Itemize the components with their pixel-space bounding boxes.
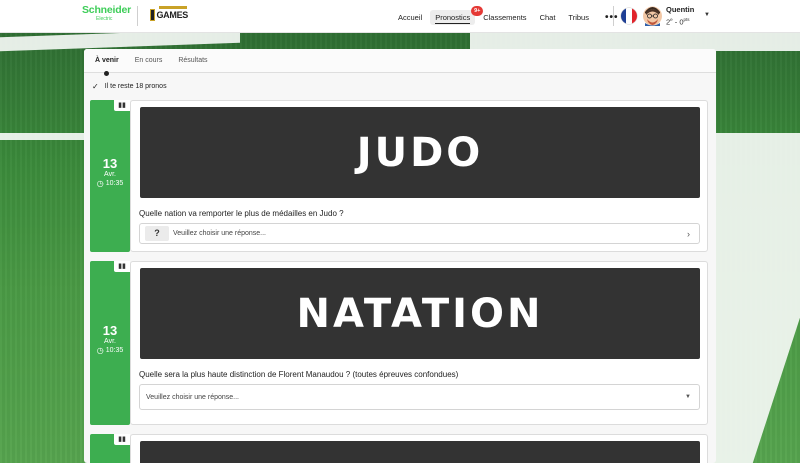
prono-card-natation: ▮▮ 13 Avr. ◷ 10:35 NATATION Quelle sera … (90, 261, 709, 425)
caret-down-icon: ▼ (685, 394, 691, 400)
sport-banner: JUDO (140, 107, 700, 198)
schneider-logo[interactable]: Schneider Electric (82, 5, 131, 27)
event-time: ◷ 10:35 (96, 179, 124, 188)
event-month: Avr. (104, 171, 116, 178)
prono-card-next: ▮▮ (90, 434, 709, 463)
clock-icon: ◷ (96, 346, 104, 355)
date-column: ▮▮ (90, 434, 130, 463)
main-nav: Accueil Pronostics 9+ Classements Chat T… (393, 5, 624, 26)
user-name: Quentin (666, 5, 695, 14)
event-day: 13 (102, 156, 118, 171)
prono-content: NATATION Quelle sera la plus haute disti… (130, 261, 708, 425)
logo-divider (137, 6, 138, 26)
prono-question: Quelle sera la plus haute distinction de… (139, 370, 459, 379)
prono-card-judo: ▮▮ 13 Avr. ◷ 10:35 JUDO Quelle nation va… (90, 100, 709, 252)
nav-classements[interactable]: Classements (478, 10, 531, 25)
event-time: ◷ 10:35 (96, 346, 124, 355)
sport-banner (140, 441, 700, 463)
prono-content (130, 434, 708, 463)
event-day: 13 (102, 323, 118, 338)
tab-bar: À venir En cours Résultats (84, 49, 716, 76)
prono-content: JUDO Quelle nation va remporter le plus … (130, 100, 708, 252)
chevron-right-icon: › (687, 228, 690, 239)
date-column: ▮▮ 13 Avr. ◷ 10:35 (90, 261, 130, 425)
stats-icon[interactable]: ▮▮ (114, 261, 130, 272)
tab-a-venir[interactable]: À venir (95, 49, 119, 76)
answer-dropdown[interactable]: Veuillez choisir une réponse... ▼ (139, 384, 700, 410)
user-menu[interactable]: Quentin 2e - 0pts (666, 5, 694, 28)
tab-en-cours[interactable]: En cours (135, 49, 163, 73)
date-column: ▮▮ 13 Avr. ◷ 10:35 (90, 100, 130, 252)
question-badge: ? (145, 226, 169, 241)
top-header: Schneider Electric GAMES Accueil Pronost… (0, 0, 800, 33)
games-logo[interactable]: GAMES (150, 6, 188, 22)
sport-banner: NATATION (140, 268, 700, 359)
prono-question: Quelle nation va remporter le plus de mé… (139, 209, 344, 218)
pronostics-panel: À venir En cours Résultats ✓ Il te reste… (84, 49, 716, 463)
trophy-icon (150, 9, 156, 21)
answer-placeholder: Veuillez choisir une réponse... (173, 230, 266, 237)
nav-accueil[interactable]: Accueil (393, 10, 427, 25)
stats-icon[interactable]: ▮▮ (114, 434, 130, 445)
remaining-pronos: ✓ Il te reste 18 pronos (92, 82, 167, 91)
tab-resultats[interactable]: Résultats (178, 49, 207, 73)
user-rank: 2e - 0pts (666, 17, 690, 27)
avatar[interactable] (643, 6, 662, 26)
stats-icon[interactable]: ▮▮ (114, 100, 130, 111)
chevron-down-icon[interactable]: ▼ (704, 12, 710, 18)
nav-pronostics[interactable]: Pronostics 9+ (430, 5, 484, 25)
nav-tribus[interactable]: Tribus (563, 10, 594, 25)
nav-divider (613, 6, 614, 26)
answer-selector[interactable]: ? Veuillez choisir une réponse... › (139, 223, 700, 244)
clock-icon: ◷ (96, 179, 104, 188)
answer-placeholder: Veuillez choisir une réponse... (146, 393, 239, 401)
nav-pronostics-label: Pronostics (435, 12, 471, 22)
event-month: Avr. (104, 338, 116, 345)
check-icon: ✓ (92, 82, 99, 91)
nav-chat[interactable]: Chat (535, 10, 561, 25)
france-flag-icon[interactable] (621, 8, 637, 24)
